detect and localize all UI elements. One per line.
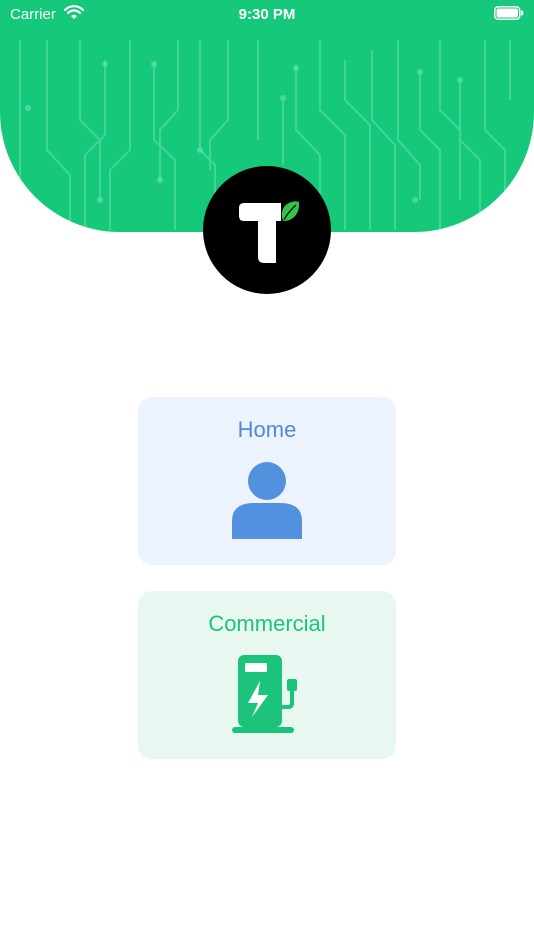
- commercial-option-card[interactable]: Commercial: [138, 591, 396, 759]
- commercial-option-label: Commercial: [208, 611, 326, 636]
- app-logo-icon: [239, 201, 300, 263]
- home-option-label: Home: [237, 417, 297, 442]
- status-bar: Carrier 9:30 PM: [0, 0, 534, 28]
- person-icon: [232, 462, 302, 539]
- home-option-card[interactable]: Home: [138, 397, 396, 565]
- ev-charger-icon: [232, 655, 297, 733]
- battery-icon: [494, 6, 524, 20]
- status-time: 9:30 PM: [238, 6, 296, 23]
- app-logo: [203, 166, 331, 294]
